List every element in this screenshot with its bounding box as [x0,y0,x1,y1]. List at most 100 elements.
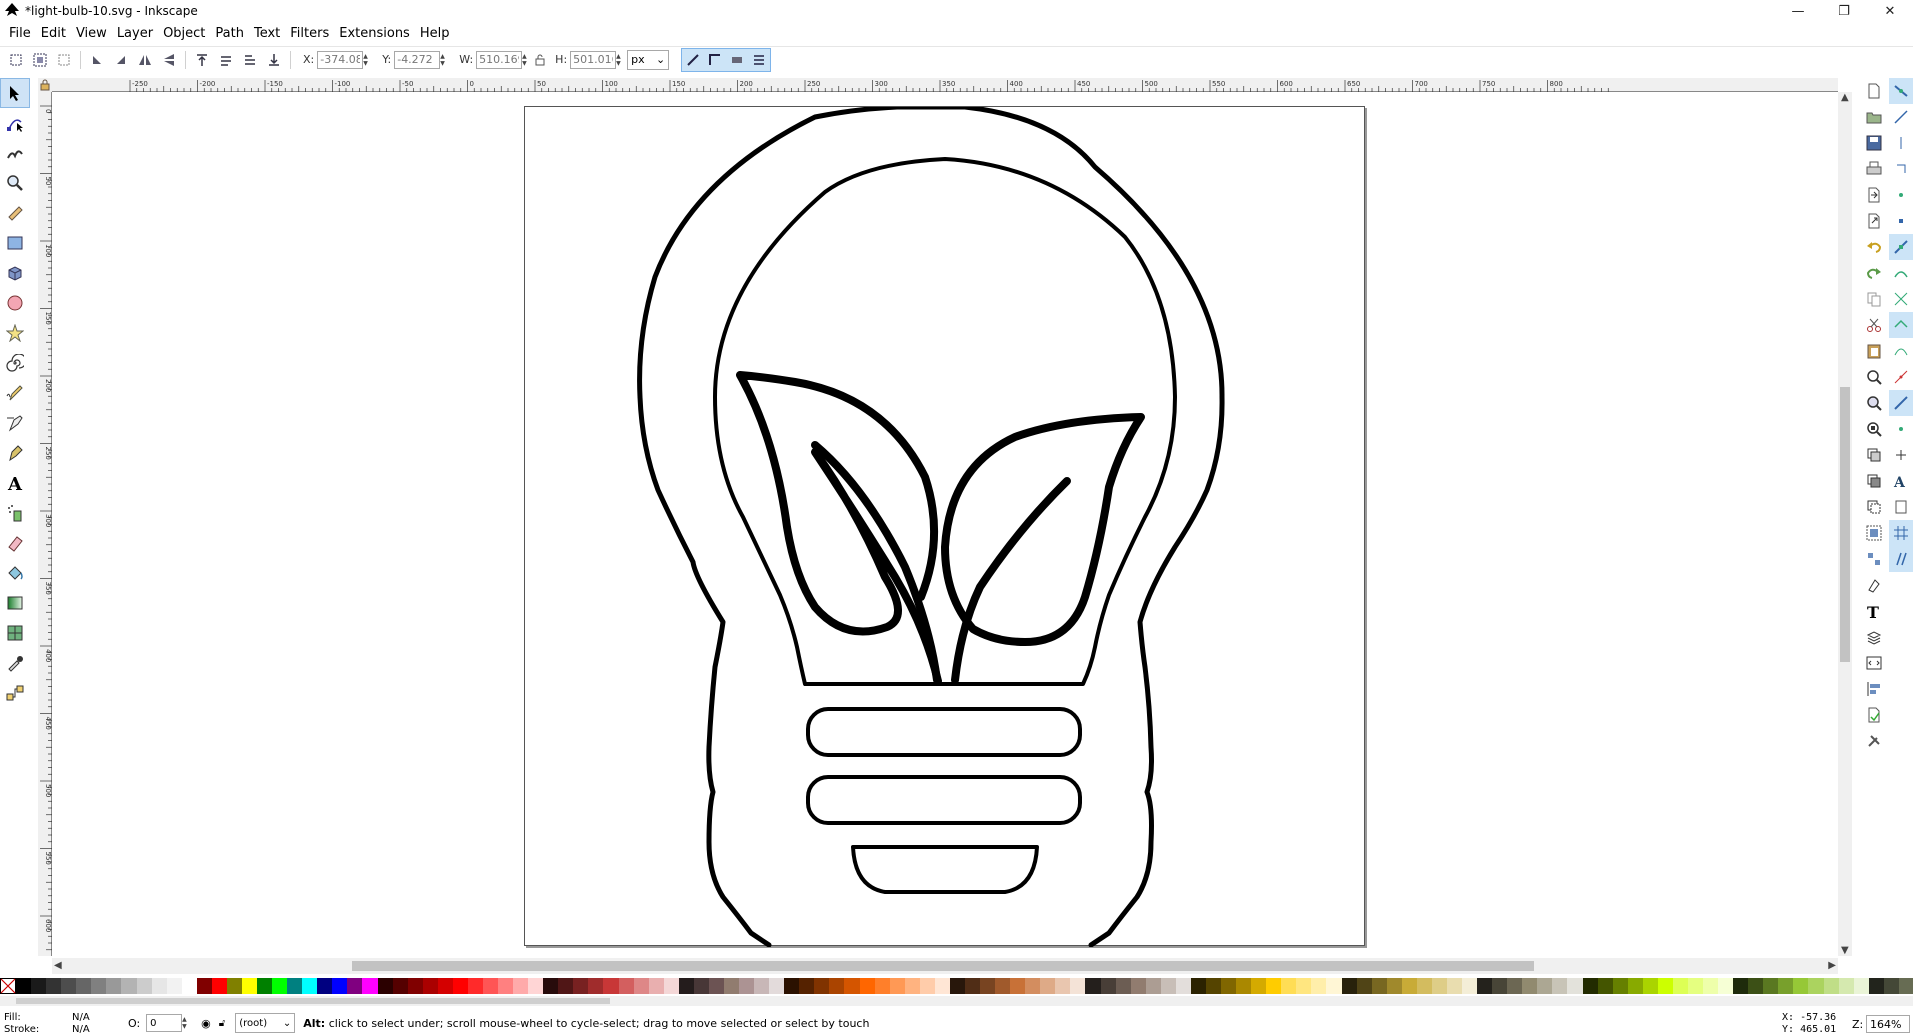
scroll-up-icon[interactable]: ▲ [1841,92,1849,103]
palette-swatch[interactable] [1492,978,1508,994]
rectangle-tool-icon[interactable] [0,228,30,258]
undo-icon[interactable] [1860,234,1888,260]
x-spinner[interactable]: ▲ ▼ [363,51,372,69]
palette-swatch[interactable] [1205,978,1221,994]
gradient-tool-icon[interactable] [0,588,30,618]
palette-swatch[interactable] [46,978,62,994]
palette-swatch[interactable] [422,978,438,994]
palette-swatch[interactable] [1386,978,1402,994]
ungroup-icon[interactable] [1860,546,1888,572]
minimize-button[interactable]: — [1775,0,1821,22]
lock-ratio-icon[interactable] [533,49,547,71]
palette-swatch[interactable] [528,978,544,994]
palette-swatch[interactable] [1898,978,1913,994]
palette-swatch[interactable] [407,978,423,994]
palette-swatch[interactable] [1672,978,1688,994]
move-patterns-icon[interactable] [748,49,770,71]
rotate-cw-icon[interactable] [109,49,133,71]
palette-swatch[interactable] [392,978,408,994]
node-tool-icon[interactable] [0,108,30,138]
unlink-clone-icon[interactable] [1860,494,1888,520]
palette-swatch[interactable] [1522,978,1538,994]
snap-bbox-corner-icon[interactable] [1889,156,1913,182]
palette-swatch[interactable] [467,978,483,994]
menu-extensions[interactable]: Extensions [334,26,415,41]
palette-swatch[interactable] [1221,978,1237,994]
snap-bbox-center-icon[interactable] [1889,208,1913,234]
open-document-icon[interactable] [1860,104,1888,130]
palette-swatch[interactable] [723,978,739,994]
palette-scroll-thumb[interactable] [16,998,610,1004]
palette-swatch[interactable] [1401,978,1417,994]
horizontal-ruler[interactable]: -250 -200 -150 -100 -50 0 50 100 150 200 250 300 350… [38,78,1838,92]
palette-swatch[interactable] [919,978,935,994]
palette-swatch[interactable] [1793,978,1809,994]
opacity-input[interactable] [146,1014,183,1032]
palette-swatch[interactable] [678,978,694,994]
fill-stroke-icon[interactable] [1860,572,1888,598]
palette-swatch[interactable] [934,978,950,994]
palette-swatch[interactable] [1040,978,1056,994]
snap-cusp-nodes-icon[interactable] [1889,312,1913,338]
eraser-tool-icon[interactable] [0,528,30,558]
snap-paths-icon[interactable] [1889,260,1913,286]
light-bulb-drawing[interactable] [525,104,1366,948]
palette-swatch[interactable] [61,978,77,994]
vertical-scroll-thumb[interactable] [1840,387,1850,662]
scale-stroke-icon[interactable] [682,49,704,71]
palette-swatch[interactable] [1311,978,1327,994]
lower-icon[interactable] [238,49,262,71]
flip-horizontal-icon[interactable] [133,49,157,71]
scroll-left-icon[interactable]: ◀ [54,960,62,971]
scroll-down-icon[interactable]: ▼ [1841,945,1849,956]
copy-icon[interactable] [1860,286,1888,312]
menu-object[interactable]: Object [158,26,210,41]
palette-swatch[interactable] [1763,978,1779,994]
palette-swatch[interactable] [889,978,905,994]
lower-to-bottom-icon[interactable] [262,49,286,71]
menu-file[interactable]: File [4,26,36,41]
text-tool-icon[interactable]: A [0,468,30,498]
vertical-ruler[interactable]: 0501001502002503003504004505005506006507… [38,92,52,1032]
ellipse-tool-icon[interactable] [0,288,30,318]
w-spinner[interactable]: ▲ ▼ [522,51,531,69]
menu-text[interactable]: Text [249,26,285,41]
palette-swatch[interactable] [452,978,468,994]
palette-swatch[interactable] [1175,978,1191,994]
snap-page-border-icon[interactable] [1889,494,1913,520]
move-gradients-icon[interactable] [726,49,748,71]
palette-swatch[interactable] [1627,978,1643,994]
palette-swatch[interactable] [226,978,242,994]
palette-swatch[interactable] [949,978,965,994]
rotate-ccw-icon[interactable] [85,49,109,71]
opacity-spinner[interactable]: ▲ ▼ [182,1014,191,1032]
palette-swatch[interactable] [633,978,649,994]
drawing-canvas[interactable] [52,92,1838,956]
pencil-tool-icon[interactable] [0,378,30,408]
palette-swatch[interactable] [1070,978,1086,994]
export-icon[interactable] [1860,208,1888,234]
zoom-drawing-icon[interactable] [1860,390,1888,416]
palette-swatch[interactable] [573,978,589,994]
palette-swatch[interactable] [1703,978,1719,994]
restore-button[interactable]: ❐ [1821,0,1867,22]
palette-swatch[interactable] [362,978,378,994]
palette-swatch[interactable] [1251,978,1267,994]
menu-path[interactable]: Path [210,26,249,41]
palette-swatch[interactable] [332,978,348,994]
palette-swatch[interactable] [1507,978,1523,994]
palette-swatch[interactable] [1446,978,1462,994]
h-input[interactable] [570,50,617,69]
palette-swatch[interactable] [1326,978,1342,994]
palette-swatch[interactable] [543,978,559,994]
clone-icon[interactable] [1860,468,1888,494]
palette-swatch[interactable] [1838,978,1854,994]
palette-swatch[interactable] [196,978,212,994]
palette-swatch[interactable] [272,978,288,994]
palette-swatch[interactable] [211,978,227,994]
palette-swatch[interactable] [1341,978,1357,994]
duplicate-icon[interactable] [1860,442,1888,468]
import-icon[interactable] [1860,182,1888,208]
mesh-tool-icon[interactable] [0,618,30,648]
save-document-icon[interactable] [1860,130,1888,156]
